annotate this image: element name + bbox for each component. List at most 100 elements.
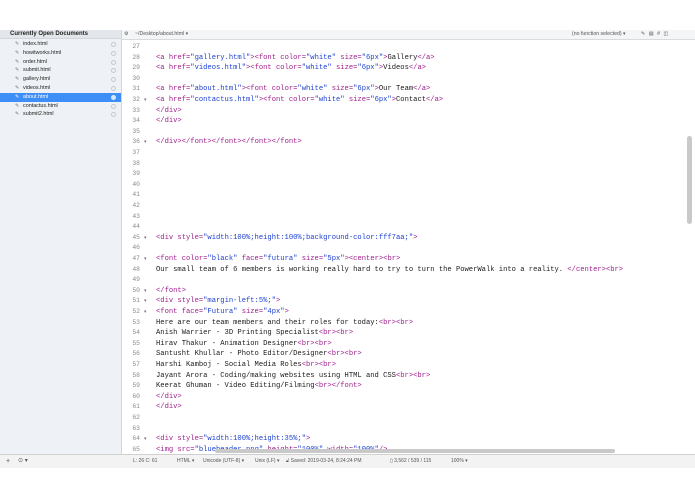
zoom-label: 100% — [451, 458, 464, 464]
code-editor[interactable]: 27 28 <a href="gallery.html"><font color="… — [122, 40, 695, 486]
code-text: Harshi Kamboj - Social Media Roles<br><b… — [156, 361, 336, 369]
bookmark-icon[interactable]: ✎ — [641, 31, 646, 37]
code-line[interactable]: 39 — [122, 169, 695, 180]
close-document-icon[interactable] — [111, 42, 116, 47]
code-line[interactable]: 30 — [122, 74, 695, 85]
open-document-item[interactable]: ✎ submit.html — [0, 66, 121, 75]
open-document-item[interactable]: ✎ submit2.html — [0, 110, 121, 119]
open-document-item[interactable]: ✎ order.html — [0, 58, 121, 67]
gear-icon[interactable]: ⚙ — [124, 30, 129, 39]
code-line[interactable]: 55 Hirav Thakur - Animation Designer<br><… — [122, 339, 695, 350]
close-document-icon[interactable] — [111, 50, 116, 56]
doc-icon[interactable]: ▤ — [649, 31, 655, 37]
hash-icon[interactable]: # — [657, 31, 661, 37]
zoom-menu[interactable]: 100% ▾ — [451, 455, 468, 468]
horizontal-scrollbar[interactable] — [215, 449, 615, 453]
line-number: 45 — [132, 233, 140, 241]
language-label: HTML — [177, 458, 191, 464]
code-text: Hirav Thakur - Animation Designer<br><br… — [156, 339, 332, 348]
code-line[interactable]: 31 <a href="about.html"><font color="whit… — [122, 84, 695, 95]
open-document-item[interactable]: ✎ index.html — [0, 40, 121, 49]
code-line[interactable]: 40 — [122, 180, 695, 191]
code-line[interactable]: 46 — [122, 243, 695, 254]
open-document-item[interactable]: ✎ about.html — [0, 92, 121, 102]
close-document-icon[interactable] — [111, 68, 116, 74]
code-line[interactable]: 36 ▾ </div></font></font></font></font> — [122, 137, 695, 148]
line-number: 44 — [132, 223, 140, 231]
code-line[interactable]: 42 — [122, 201, 695, 212]
code-line[interactable]: 61 </div> — [122, 402, 695, 413]
action-menu-icon[interactable]: ⊙ ▾ — [18, 455, 28, 468]
code-line[interactable]: 29 <a href="videos.html"><font color="whi… — [122, 63, 695, 74]
code-line[interactable]: 51 ▾ <div style="margin-left:5%;"> — [122, 296, 695, 307]
encoding-menu[interactable]: Unicode (UTF-8) ▾ — [203, 455, 244, 468]
code-line[interactable]: 45 ▾ <div style="width:100%;height:100%;ba… — [122, 233, 695, 244]
line-number: 47 — [132, 255, 140, 262]
code-line[interactable]: 38 — [122, 159, 695, 170]
language-menu[interactable]: HTML ▾ — [177, 455, 194, 468]
fold-toggle-icon[interactable]: ▾ — [144, 296, 147, 307]
code-line[interactable]: 60 </div> — [122, 392, 695, 403]
add-icon[interactable]: + — [6, 455, 10, 468]
fold-toggle-icon[interactable]: ▾ — [144, 434, 147, 445]
code-line[interactable]: 37 — [122, 148, 695, 159]
line-number: 34 — [132, 117, 140, 125]
code-line[interactable]: 53 Here are our team members and their ro… — [122, 318, 695, 329]
line-endings-label: Unix (LF) — [255, 458, 276, 464]
line-number: 35 — [132, 127, 140, 135]
code-line[interactable]: 59 Keerat Ghuman - Video Editing/Filming<… — [122, 381, 695, 392]
code-line[interactable]: 54 Anish Warrier - 3D Printing Specialist… — [122, 328, 695, 339]
open-document-item[interactable]: ✎ contactus.html — [0, 102, 121, 111]
code-line[interactable]: 58 Jayant Arora - Coding/making websites … — [122, 371, 695, 382]
code-line[interactable]: 52 ▾ <font face="Futura" size="4px"> — [122, 307, 695, 318]
code-line[interactable]: 64 ▾ <div style="width:100%;height:35%;"> — [122, 434, 695, 445]
function-menu[interactable]: (no function selected) ▾ — [572, 30, 626, 39]
close-document-icon[interactable] — [111, 103, 116, 109]
code-text: <a href="gallery.html"><font color="whit… — [156, 53, 435, 62]
close-document-icon[interactable] — [111, 94, 116, 100]
sidebar-header: Currently Open Documents — [0, 30, 121, 39]
code-line[interactable]: 34 </div> — [122, 116, 695, 127]
code-line[interactable]: 63 — [122, 424, 695, 435]
code-text: <div style="width:100%;height:35%;"> — [156, 435, 311, 444]
code-text: Anish Warrier - 3D Printing Specialist<b… — [156, 329, 354, 338]
split-icon[interactable]: ◫ — [664, 31, 670, 37]
close-document-icon[interactable] — [111, 59, 116, 65]
document-name: videos.html — [23, 85, 51, 91]
document-path-menu[interactable]: ~/Desktop/about.html ▾ — [135, 30, 188, 39]
code-line[interactable]: 47 ▾ <font color="black" face="futura" siz… — [122, 254, 695, 265]
code-line[interactable]: 56 Santusht Khullar - Photo Editor/Design… — [122, 349, 695, 360]
fold-toggle-icon[interactable]: ▾ — [144, 286, 147, 297]
code-line[interactable]: 43 — [122, 212, 695, 223]
fold-toggle-icon[interactable]: ▾ — [144, 137, 147, 148]
code-line[interactable]: 28 <a href="gallery.html"><font color="wh… — [122, 53, 695, 64]
code-line[interactable]: 48 Our small team of 6 members is working… — [122, 265, 695, 276]
code-line[interactable]: 32 ▾ <a href="contactus.html"><font color=… — [122, 95, 695, 106]
fold-toggle-icon[interactable]: ▾ — [144, 233, 147, 244]
close-document-icon[interactable] — [111, 112, 116, 118]
document-name: gallery.html — [23, 76, 51, 83]
close-document-icon[interactable] — [111, 86, 116, 91]
fold-toggle-icon[interactable]: ▾ — [144, 254, 147, 265]
open-document-item[interactable]: ✎ howitworks.html — [0, 49, 121, 58]
code-line[interactable]: 35 — [122, 127, 695, 138]
vertical-scrollbar[interactable] — [687, 136, 692, 224]
close-document-icon[interactable] — [111, 77, 116, 83]
code-line[interactable]: 44 — [122, 222, 695, 233]
code-line[interactable]: 57 Harshi Kamboj - Social Media Roles<br>… — [122, 360, 695, 371]
code-line[interactable]: 27 — [122, 42, 695, 53]
code-line[interactable]: 49 — [122, 275, 695, 286]
fold-toggle-icon[interactable]: ▾ — [144, 307, 147, 318]
code-line[interactable]: 33 </div> — [122, 106, 695, 117]
code-line[interactable]: 50 ▾ </font> — [122, 286, 695, 297]
code-line[interactable]: 62 — [122, 413, 695, 424]
code-line[interactable]: 41 — [122, 190, 695, 201]
code-text: </div> — [156, 403, 182, 412]
cursor-position[interactable]: L: 26 C: 61 — [133, 455, 157, 468]
fold-toggle-icon[interactable]: ▾ — [144, 95, 147, 106]
line-endings-menu[interactable]: Unix (LF) ▾ — [255, 455, 279, 468]
open-document-item[interactable]: ✎ videos.html — [0, 84, 121, 93]
code-text: Here are our team members and their role… — [156, 318, 414, 327]
document-stats: ▯ 3,562 / 539 / 115 — [390, 455, 431, 468]
open-document-item[interactable]: ✎ gallery.html — [0, 75, 121, 84]
